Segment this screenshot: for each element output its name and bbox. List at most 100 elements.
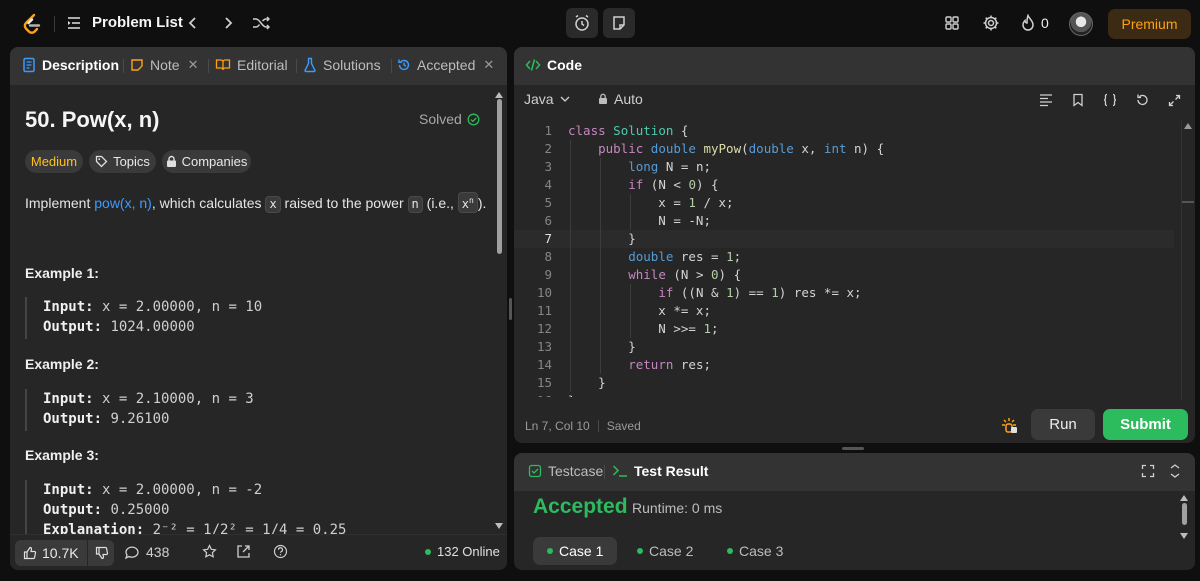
- close-icon[interactable]: ✕: [483, 57, 494, 73]
- vertical-resize-handle[interactable]: [509, 298, 512, 320]
- code-line[interactable]: 14 return res;: [514, 356, 1174, 374]
- submit-button[interactable]: Submit: [1103, 409, 1188, 440]
- avatar[interactable]: [1069, 12, 1093, 36]
- premium-button[interactable]: Premium: [1108, 9, 1191, 39]
- tab-editorial[interactable]: Editorial: [215, 57, 288, 73]
- result-scrollbar[interactable]: [1182, 503, 1187, 525]
- code-text: }: [568, 375, 606, 390]
- favorite-button[interactable]: [202, 544, 217, 559]
- code-line[interactable]: 6 N = -N;: [514, 212, 1174, 230]
- timer-button[interactable]: [566, 8, 598, 38]
- line-number: 4: [544, 177, 552, 192]
- case-tab-3[interactable]: Case 3: [713, 537, 797, 565]
- tab-code[interactable]: Code: [525, 57, 582, 73]
- code-line[interactable]: 15 }: [514, 374, 1174, 392]
- code-line[interactable]: 8 double res = 1;: [514, 248, 1174, 266]
- settings-button[interactable]: [981, 13, 1001, 33]
- code-line[interactable]: 9 while (N > 0) {: [514, 266, 1174, 284]
- verdict-label: Accepted: [533, 495, 628, 518]
- code-line[interactable]: 2 public double myPow(double x, int n) {: [514, 140, 1174, 158]
- description-panel: Description Note ✕ Editorial Solutions A…: [10, 47, 507, 570]
- code-line[interactable]: 5 x = 1 / x;: [514, 194, 1174, 212]
- tab-description[interactable]: Description: [22, 57, 119, 73]
- code-line[interactable]: 16}: [514, 392, 1174, 397]
- notes-button[interactable]: [603, 8, 635, 38]
- collapse-icon[interactable]: [1169, 464, 1181, 478]
- bookmark-button[interactable]: [1069, 91, 1087, 109]
- code-line[interactable]: 7 }: [514, 230, 1174, 248]
- scroll-down-icon[interactable]: [495, 523, 503, 529]
- reset-button[interactable]: [1133, 91, 1151, 109]
- dislike-button[interactable]: [88, 546, 116, 560]
- help-button[interactable]: [273, 544, 288, 559]
- list-icon[interactable]: [66, 15, 82, 31]
- layout-button[interactable]: [942, 13, 962, 33]
- next-problem-button[interactable]: [218, 13, 238, 33]
- code-line[interactable]: 12 N >>= 1;: [514, 320, 1174, 338]
- code-line[interactable]: 4 if (N < 0) {: [514, 176, 1174, 194]
- description-scrollbar[interactable]: [497, 99, 502, 254]
- case-tab-2[interactable]: Case 2: [623, 537, 707, 565]
- scroll-up-icon[interactable]: [1184, 123, 1192, 129]
- format-button[interactable]: [1037, 91, 1055, 109]
- scroll-up-icon[interactable]: [1180, 495, 1188, 501]
- random-problem-button[interactable]: [251, 13, 271, 33]
- tag-icon: [95, 155, 108, 168]
- input-value: x = 2.00000, n = -2: [93, 482, 263, 498]
- close-icon[interactable]: ✕: [188, 57, 199, 73]
- share-button[interactable]: [236, 544, 251, 559]
- code-text: public double myPow(double x, int n) {: [598, 141, 885, 156]
- topics-chip[interactable]: Topics: [89, 150, 156, 173]
- auto-mode-toggle[interactable]: Auto: [598, 91, 643, 107]
- scroll-up-icon[interactable]: [495, 92, 503, 98]
- code-line[interactable]: 13 }: [514, 338, 1174, 356]
- maximize-icon[interactable]: [1141, 464, 1155, 478]
- tab-test-result[interactable]: Test Result: [612, 463, 708, 479]
- streak-button[interactable]: [1018, 13, 1038, 33]
- code-line[interactable]: 10 if ((N & 1) == 1) res *= x;: [514, 284, 1174, 302]
- code-text: N >>= 1;: [568, 321, 719, 336]
- code-text: long N = n;: [628, 159, 712, 174]
- problem-list-link[interactable]: Problem List: [92, 14, 183, 31]
- prev-problem-button[interactable]: [183, 13, 203, 33]
- case-status-dot: [547, 548, 553, 554]
- statement-text: (i.e.,: [422, 195, 458, 211]
- run-button[interactable]: Run: [1031, 409, 1095, 440]
- code-line[interactable]: 11 x *= x;: [514, 302, 1174, 320]
- tab-note[interactable]: Note ✕: [130, 57, 198, 73]
- comments-button[interactable]: 438: [124, 544, 169, 560]
- code-line[interactable]: 1 class Solution {: [514, 122, 1174, 140]
- scroll-down-icon[interactable]: [1180, 533, 1188, 539]
- case-tab-1[interactable]: Case 1: [533, 537, 618, 565]
- tab-testcase[interactable]: Testcase: [528, 463, 603, 479]
- like-count: 10.7K: [42, 545, 79, 561]
- save-status: Saved: [606, 419, 641, 433]
- description-tabs: Description Note ✕ Editorial Solutions A…: [10, 47, 507, 85]
- line-number: 3: [544, 159, 552, 174]
- problem-statement: Implement pow(x, n), which calculates x …: [25, 192, 486, 213]
- tab-solutions[interactable]: Solutions: [303, 57, 381, 73]
- leetcode-logo-icon[interactable]: [20, 12, 44, 36]
- pow-link[interactable]: pow(x, n): [94, 195, 152, 211]
- tab-accepted[interactable]: Accepted ✕: [397, 57, 494, 73]
- line-number: 6: [544, 213, 552, 228]
- debugger-icon[interactable]: [1000, 416, 1018, 434]
- code-editor[interactable]: 1 class Solution {2 public double myPow(d…: [514, 121, 1183, 397]
- code-text: }: [568, 339, 636, 354]
- braces-button[interactable]: [1101, 91, 1119, 109]
- editor-scrollbar[interactable]: [1181, 121, 1194, 401]
- streak-count: 0: [1041, 15, 1049, 31]
- xn-base: x: [461, 197, 470, 211]
- scroll-marker: [1182, 201, 1194, 203]
- code-line[interactable]: 3 long N = n;: [514, 158, 1174, 176]
- expand-button[interactable]: [1165, 91, 1183, 109]
- alarm-clock-icon: [575, 14, 589, 31]
- companies-chip[interactable]: Companies: [162, 150, 251, 173]
- language-select[interactable]: Java: [524, 91, 570, 107]
- code-text: while (N > 0) {: [628, 267, 742, 282]
- code-text: if ((N & 1) == 1) res *= x;: [658, 285, 862, 300]
- horizontal-resize-handle[interactable]: [842, 447, 864, 450]
- like-button[interactable]: 10.7K: [15, 540, 88, 566]
- code-title: Code: [547, 57, 582, 73]
- tab-label: Accepted: [417, 57, 476, 73]
